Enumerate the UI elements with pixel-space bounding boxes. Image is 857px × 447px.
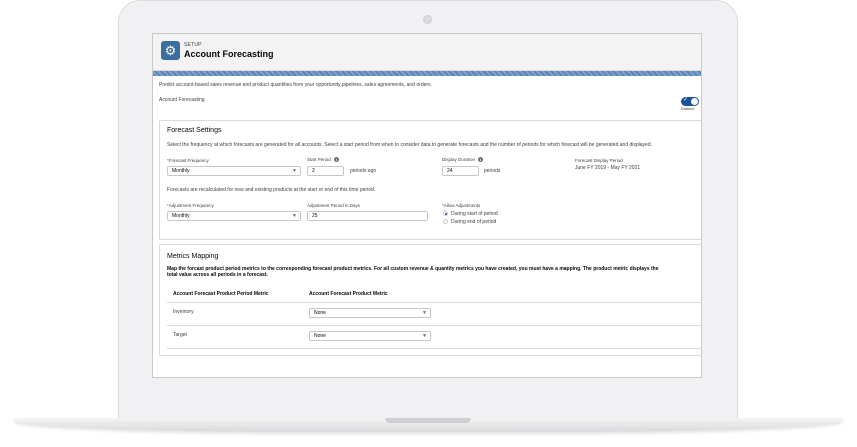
display-duration-suffix: periods: [484, 168, 501, 174]
option-start-label: During start of period: [451, 211, 498, 217]
gear-icon: ⚙: [161, 41, 180, 60]
metrics-mapping-intro-2: total value across all periods in a fore…: [167, 272, 268, 278]
start-period-label: Start Period i: [307, 157, 339, 163]
adjustment-days-label: Adjustment Period in Days: [307, 203, 361, 208]
forecast-frequency-select[interactable]: Monthly ▼: [167, 166, 301, 176]
screen: ⚙ SETUP Account Forecasting Predict acco…: [152, 33, 702, 378]
table-divider: [167, 325, 701, 326]
forecast-settings-card: Forecast Settings Select the frequency a…: [159, 120, 701, 240]
display-duration-label: Display Duration i: [442, 157, 484, 163]
adjustment-frequency-select[interactable]: Monthly ▼: [167, 211, 301, 221]
info-icon[interactable]: i: [478, 157, 484, 163]
start-period-input[interactable]: 2: [307, 166, 344, 176]
account-forecasting-label: Account Forecasting: [159, 97, 205, 103]
table-row-metric: Target: [173, 332, 187, 338]
page-title: Account Forecasting: [184, 49, 274, 59]
start-period-suffix: periods ago: [350, 168, 377, 174]
metrics-mapping-title: Metrics Mapping: [167, 253, 219, 260]
table-row-metric: Inventory: [173, 309, 194, 315]
metric-mapping-select[interactable]: None ▼: [309, 308, 431, 318]
laptop-notch: [385, 418, 471, 423]
setup-label: SETUP: [184, 42, 202, 48]
radio-end-of-period[interactable]: [443, 219, 448, 224]
column-header-product-metric: Account Forecast Product Metric: [309, 291, 388, 297]
page-header: ⚙ SETUP Account Forecasting: [153, 34, 701, 71]
toggle-knob: [691, 98, 698, 105]
chevron-down-icon: ▼: [292, 213, 297, 219]
recalc-note: Forecasts are recalculated for new and e…: [167, 187, 376, 193]
check-icon: ✓: [683, 97, 689, 103]
account-forecasting-toggle[interactable]: ✓: [681, 97, 699, 106]
option-end-label: During end of period: [451, 219, 497, 225]
radio-start-of-period[interactable]: [443, 211, 448, 216]
table-divider: [167, 348, 701, 349]
chevron-down-icon: ▼: [292, 168, 297, 174]
display-duration-input[interactable]: 24: [442, 166, 479, 176]
info-icon[interactable]: i: [333, 157, 339, 163]
page-description: Predict account-based sales revenue and …: [159, 82, 432, 88]
metric-mapping-select[interactable]: None ▼: [309, 331, 431, 341]
chevron-down-icon: ▼: [422, 310, 427, 316]
forecast-settings-intro: Select the frequency at which forecasts …: [167, 142, 652, 148]
toggle-status: Enabled: [681, 107, 694, 111]
adjustment-days-input[interactable]: 25: [307, 211, 428, 221]
allow-adjustments-label: *Allow Adjustments: [442, 203, 481, 208]
adjustment-frequency-label: *Adjustment Frequency: [167, 203, 214, 208]
table-divider: [167, 302, 701, 303]
camera-icon: [423, 15, 432, 24]
forecast-display-period-value: June FY 2019 - May FY 2021: [575, 165, 641, 171]
forecast-settings-title: Forecast Settings: [167, 127, 222, 134]
forecast-display-period-label: Forecast Display Period: [575, 158, 623, 163]
chevron-down-icon: ▼: [422, 333, 427, 339]
metrics-mapping-card: Metrics Mapping Map the forcast product …: [159, 244, 701, 356]
column-header-period-metric: Account Forecast Product Period Metric: [173, 291, 269, 297]
header-banner: [153, 71, 701, 76]
forecast-frequency-label: *Forecast Frequency: [167, 158, 209, 163]
